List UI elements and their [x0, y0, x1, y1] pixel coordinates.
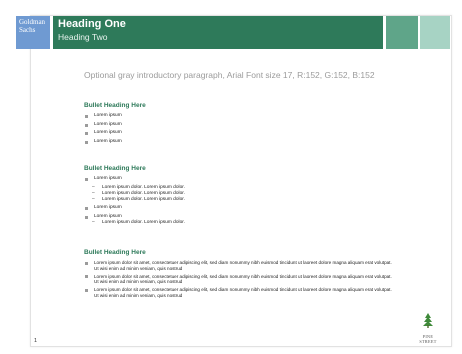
footer-logo: PINE STREET	[415, 312, 441, 344]
logo-line-1: Goldman	[19, 18, 46, 26]
section-1: Bullet Heading Here Lorem ipsum Lorem ip…	[84, 102, 146, 147]
paragraph-bullet: Lorem ipsum dolor sit amet, consectetuer…	[84, 260, 394, 271]
section-3: Bullet Heading Here Lorem ipsum dolor si…	[84, 249, 394, 301]
heading-one: Heading One	[58, 18, 126, 30]
bullet-item: Lorem ipsum	[84, 130, 146, 136]
intro-paragraph: Optional gray introductory paragraph, Ar…	[84, 70, 375, 80]
heading-two: Heading Two	[58, 32, 108, 42]
page-number: 1	[34, 338, 38, 344]
section-heading: Bullet Heading Here	[84, 249, 146, 256]
sub-bullet-item: Lorem ipsum dolor. Lorem ipsum dolor.	[92, 197, 185, 203]
header-accent-block-mid	[386, 16, 418, 49]
section-2: Bullet Heading Here Lorem ipsum Lorem ip…	[84, 165, 185, 226]
goldman-sachs-logo: Goldman Sachs	[16, 16, 50, 49]
section-heading: Bullet Heading Here	[84, 102, 146, 109]
header-accent-block-light	[420, 16, 450, 49]
section-heading: Bullet Heading Here	[84, 165, 146, 172]
paragraph-bullet: Lorem ipsum dolor sit amet, consectetuer…	[84, 287, 394, 298]
pine-tree-icon	[423, 313, 433, 328]
sub-bullet-item: Lorem ipsum dolor. Lorem ipsum dolor.	[92, 220, 185, 226]
bullet-item: Lorem ipsum	[84, 113, 146, 119]
bullet-item: Lorem ipsum	[84, 139, 146, 145]
paragraph-bullet: Lorem ipsum dolor sit amet, consectetuer…	[84, 274, 394, 285]
footer-logo-text: PINE STREET	[419, 334, 437, 344]
logo-line-2: Sachs	[19, 26, 36, 34]
bullet-item: Lorem ipsum	[84, 176, 185, 182]
bullet-item: Lorem ipsum	[84, 205, 185, 211]
bullet-item: Lorem ipsum	[84, 122, 146, 128]
